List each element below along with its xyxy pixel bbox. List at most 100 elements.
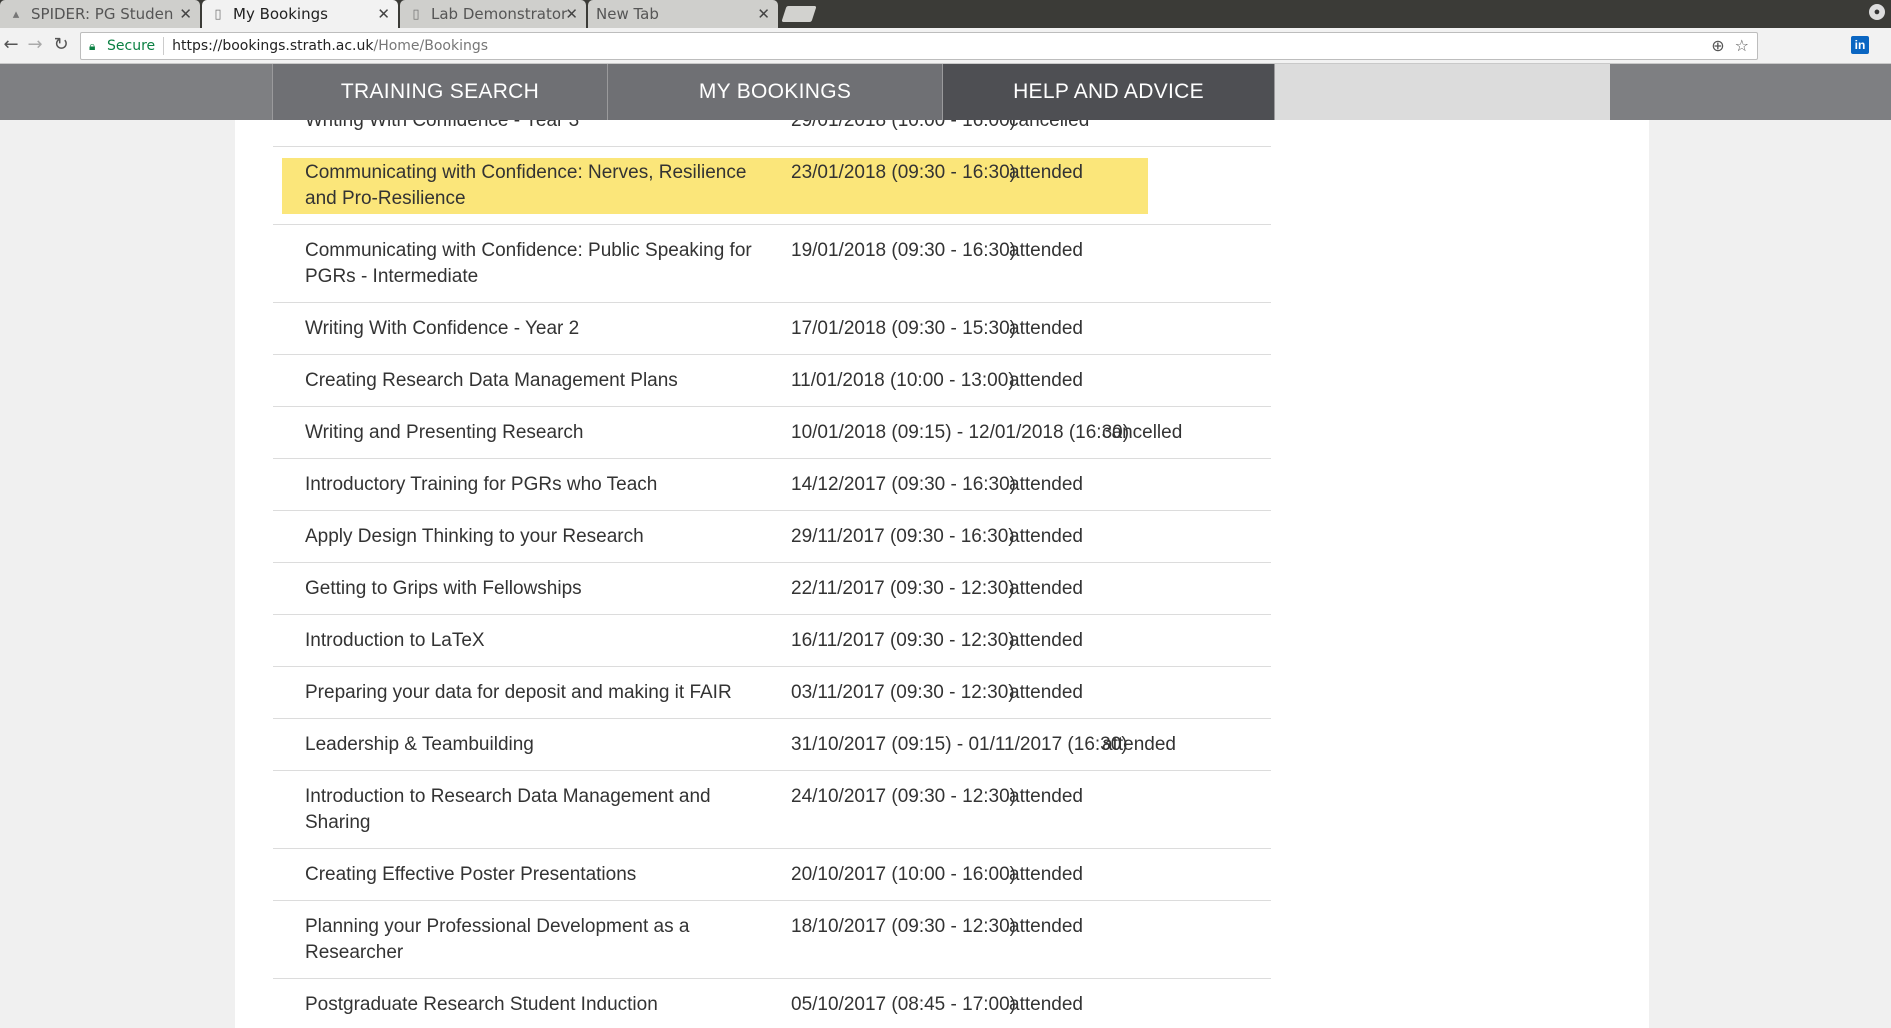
page-icon: ▯: [412, 6, 420, 22]
browser-tab[interactable]: ▯ Lab Demonstrator ✕: [400, 0, 586, 28]
forward-arrow-icon[interactable]: →: [24, 34, 46, 55]
url-host: https://bookings.strath.ac.uk: [172, 38, 374, 54]
course-date: 17/01/2018 (09:30 - 15:30): [791, 318, 1017, 339]
course-name[interactable]: Getting to Grips with Fellowships: [305, 576, 755, 602]
booking-status: attended: [1009, 864, 1083, 885]
close-icon[interactable]: ✕: [757, 5, 770, 23]
course-date: 19/01/2018 (09:30 - 16:30): [791, 240, 1017, 261]
course-name[interactable]: Leadership & Teambuilding: [305, 732, 755, 758]
booking-row: Creating Effective Poster Presentations 2…: [273, 849, 1271, 901]
booking-status: attended: [1009, 630, 1083, 651]
course-date: 20/10/2017 (10:00 - 16:00): [791, 864, 1017, 885]
course-name[interactable]: Introduction to LaTeX: [305, 628, 755, 654]
booking-status: attended: [1009, 786, 1083, 807]
omnibox-icons: ⊕ ☆: [1701, 36, 1749, 55]
course-date: 23/01/2018 (09:30 - 16:30): [791, 162, 1017, 183]
course-date: 03/11/2017 (09:30 - 12:30): [791, 682, 1015, 703]
new-tab-button[interactable]: [781, 6, 817, 22]
booking-row: Apply Design Thinking to your Research 29…: [273, 511, 1271, 563]
booking-status: attended: [1009, 994, 1083, 1015]
course-date: 16/11/2017 (09:30 - 12:30): [791, 630, 1015, 651]
browser-tab[interactable]: New Tab ✕: [588, 0, 778, 28]
booking-row: Writing and Presenting Research 10/01/201…: [273, 407, 1271, 459]
booking-status: attended: [1009, 370, 1083, 391]
spider-icon: ▴: [12, 6, 20, 22]
course-name[interactable]: Writing and Presenting Research: [305, 420, 755, 446]
booking-row: Introduction to LaTeX 16/11/2017 (09:30 -…: [273, 615, 1271, 667]
booking-status: attended: [1009, 240, 1083, 261]
reload-icon[interactable]: ↻: [50, 34, 72, 55]
course-name[interactable]: Creating Research Data Management Plans: [305, 368, 755, 394]
course-date: 31/10/2017 (09:15) - 01/11/2017 (16:30): [791, 734, 1128, 755]
tab-title: New Tab: [596, 5, 659, 23]
booking-row: Creating Research Data Management Plans 1…: [273, 355, 1271, 407]
booking-status: cancelled: [1009, 120, 1090, 131]
course-date: 18/10/2017 (09:30 - 12:30): [791, 916, 1017, 937]
nav-training-search[interactable]: TRAINING SEARCH: [272, 64, 607, 120]
booking-row: Postgraduate Research Student Induction 0…: [273, 979, 1271, 1028]
booking-row: Writing With Confidence - Year 2 17/01/20…: [273, 303, 1271, 355]
zoom-icon[interactable]: ⊕: [1711, 36, 1724, 55]
course-name[interactable]: Planning your Professional Development a…: [305, 914, 755, 966]
close-icon[interactable]: ✕: [565, 5, 578, 23]
nav-help-and-advice[interactable]: HELP AND ADVICE: [942, 64, 1274, 120]
course-date: 14/12/2017 (09:30 - 16:30): [791, 474, 1017, 495]
bookings-content: Writing With Confidence - Year 3 29/01/20…: [235, 120, 1649, 1028]
booking-status: attended: [1009, 682, 1083, 703]
course-name[interactable]: Introduction to Research Data Management…: [305, 784, 755, 836]
back-arrow-icon[interactable]: ←: [0, 34, 22, 55]
course-name[interactable]: Postgraduate Research Student Induction: [305, 992, 755, 1018]
booking-status: attended: [1009, 474, 1083, 495]
tab-title: My Bookings: [233, 5, 328, 23]
close-icon[interactable]: ✕: [179, 5, 192, 23]
course-name[interactable]: Communicating with Confidence: Nerves, R…: [305, 160, 755, 212]
star-icon[interactable]: ☆: [1735, 36, 1749, 55]
course-date: 24/10/2017 (09:30 - 12:30): [791, 786, 1017, 807]
site-nav-bar: TRAINING SEARCH MY BOOKINGS HELP AND ADV…: [0, 64, 1891, 120]
close-icon[interactable]: ✕: [377, 5, 390, 23]
browser-tab-strip: ▴ SPIDER: PG Studen ✕ ▯ My Bookings ✕ ▯ …: [0, 0, 1891, 28]
booking-row: Getting to Grips with Fellowships 22/11/2…: [273, 563, 1271, 615]
course-date: 05/10/2017 (08:45 - 17:00): [791, 994, 1017, 1015]
booking-status: attended: [1102, 734, 1176, 755]
tab-title: Lab Demonstrator: [431, 5, 568, 23]
booking-status: cancelled: [1102, 422, 1183, 443]
nav-blank-tab: [1274, 64, 1610, 120]
divider: [163, 37, 165, 55]
booking-status: attended: [1009, 162, 1083, 183]
lock-icon: 🔒︎: [89, 38, 96, 53]
booking-row: Introductory Training for PGRs who Teach…: [273, 459, 1271, 511]
course-name[interactable]: Writing With Confidence - Year 3: [305, 120, 755, 134]
browser-tab[interactable]: ▴ SPIDER: PG Studen ✕: [0, 0, 200, 28]
course-name[interactable]: Introductory Training for PGRs who Teach: [305, 472, 755, 498]
course-date: 22/11/2017 (09:30 - 12:30): [791, 578, 1015, 599]
booking-row: Communicating with Confidence: Nerves, R…: [273, 147, 1271, 225]
course-date: 29/11/2017 (09:30 - 16:30): [791, 526, 1015, 547]
course-name[interactable]: Writing With Confidence - Year 2: [305, 316, 755, 342]
browser-tab-active[interactable]: ▯ My Bookings ✕: [202, 0, 398, 28]
course-name[interactable]: Communicating with Confidence: Public Sp…: [305, 238, 755, 290]
profile-icon[interactable]: ●: [1869, 4, 1885, 20]
booking-row: Introduction to Research Data Management…: [273, 771, 1271, 849]
booking-row: Communicating with Confidence: Public Sp…: [273, 225, 1271, 303]
nav-my-bookings[interactable]: MY BOOKINGS: [607, 64, 942, 120]
booking-row: Preparing your data for deposit and maki…: [273, 667, 1271, 719]
booking-row: Writing With Confidence - Year 3 29/01/20…: [273, 120, 1271, 147]
booking-row: Leadership & Teambuilding 31/10/2017 (09:…: [273, 719, 1271, 771]
address-bar[interactable]: 🔒︎ Secure https://bookings.strath.ac.uk /…: [80, 32, 1758, 60]
booking-status: attended: [1009, 916, 1083, 937]
course-name[interactable]: Preparing your data for deposit and maki…: [305, 680, 755, 706]
booking-row: Planning your Professional Development a…: [273, 901, 1271, 979]
course-name[interactable]: Creating Effective Poster Presentations: [305, 862, 755, 888]
course-date: 11/01/2018 (10:00 - 13:00): [791, 370, 1015, 391]
url-path: /Home/Bookings: [373, 38, 489, 54]
tab-title: SPIDER: PG Studen: [31, 5, 174, 23]
linkedin-extension-icon[interactable]: in: [1851, 36, 1869, 54]
page-icon: ▯: [214, 6, 222, 22]
booking-status: attended: [1009, 318, 1083, 339]
browser-toolbar: ← → ↻ 🔒︎ Secure https://bookings.strath.…: [0, 28, 1891, 64]
booking-status: attended: [1009, 526, 1083, 547]
secure-label: Secure: [107, 38, 156, 54]
course-date: 29/01/2018 (10:00 - 16:00): [791, 120, 1017, 131]
course-name[interactable]: Apply Design Thinking to your Research: [305, 524, 755, 550]
